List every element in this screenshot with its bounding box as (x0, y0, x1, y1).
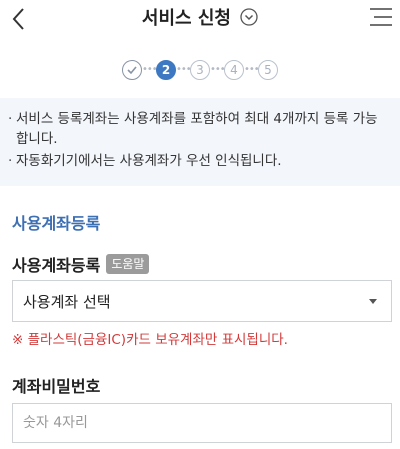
password-field-label: 계좌비밀번호 (12, 377, 101, 396)
account-label-row: 사용계좌등록 도움말 (12, 252, 150, 276)
step-connector: ••• (142, 64, 158, 75)
account-select[interactable]: 사용계좌 선택 (12, 280, 392, 322)
warning-text: ※ 플라스틱(금융IC)카드 보유계좌만 표시됩니다. (12, 332, 288, 348)
notice-box: 서비스 등록계좌는 사용계좌를 포함하여 최대 4개까지 등록 가능합니다. 자… (0, 98, 400, 186)
help-button[interactable]: 도움말 (106, 254, 150, 274)
account-field-label: 사용계좌등록 (12, 256, 101, 275)
menu-button[interactable] (368, 4, 394, 30)
chevron-down-circle-icon[interactable] (240, 8, 258, 26)
step-connector: ••• (244, 64, 260, 75)
step-connector: ••• (210, 64, 226, 75)
section-title: 사용계좌등록 (12, 214, 101, 233)
step-4: 4 (224, 60, 244, 80)
step-5: 5 (258, 60, 278, 80)
step-1 (122, 60, 142, 80)
title-area[interactable]: 서비스 신청 (0, 4, 400, 30)
step-connector: ••• (176, 64, 192, 75)
step-3: 3 (190, 60, 210, 80)
account-select-value: 사용계좌 선택 (23, 292, 111, 311)
page-title: 서비스 신청 (141, 8, 231, 29)
notice-line: 자동화기기에서는 사용계좌가 우선 인식됩니다. (8, 151, 388, 171)
step-2: 2 (156, 60, 176, 80)
hamburger-menu-icon (370, 8, 392, 26)
check-icon (127, 66, 137, 75)
app-header: 서비스 신청 (0, 0, 400, 40)
notice-line: 서비스 등록계좌는 사용계좌를 포함하여 최대 4개까지 등록 가능합니다. (8, 109, 388, 149)
password-input[interactable] (12, 403, 392, 443)
caret-down-icon (369, 298, 377, 304)
progress-stepper: ••• 2 ••• 3 ••• 4 ••• 5 (0, 58, 400, 82)
